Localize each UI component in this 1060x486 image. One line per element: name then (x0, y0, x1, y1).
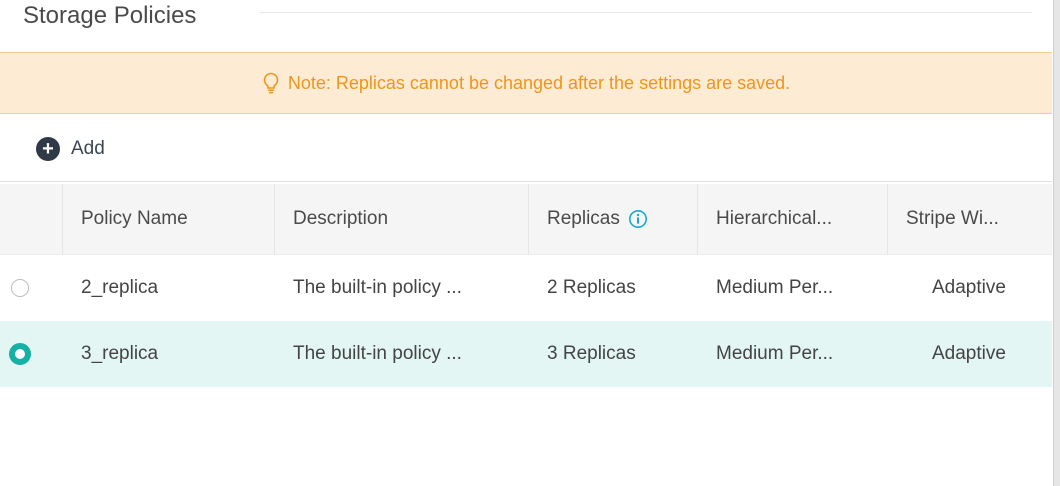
row-select-cell[interactable] (0, 255, 63, 321)
cell-policy-name: 3_replica (81, 343, 159, 364)
table-header: Policy Name Description Replicas Hierarc… (0, 184, 1052, 255)
column-header-label: Description (293, 208, 389, 229)
row-radio[interactable] (10, 279, 29, 297)
column-header-replicas[interactable]: Replicas (529, 184, 698, 254)
column-header-hierarchical[interactable]: Hierarchical... (698, 184, 888, 254)
column-header-label: Hierarchical... (716, 208, 833, 229)
cell-hierarchical: Medium Per... (716, 343, 834, 364)
column-header-stripe-width[interactable]: Stripe Wi... (888, 184, 1052, 254)
title-bar: Storage Policies (0, 0, 1052, 52)
cell-stripe-width: Adaptive (932, 277, 1006, 298)
column-header-label: Policy Name (81, 208, 188, 229)
window-edge (1053, 0, 1060, 486)
lightbulb-icon (263, 72, 279, 94)
column-header-label: Stripe Wi... (906, 208, 999, 229)
note-banner: Note: Replicas cannot be changed after t… (0, 52, 1052, 114)
note-text: Note: Replicas cannot be changed after t… (287, 72, 791, 93)
table-row[interactable]: 3_replica The built-in policy ... 3 Repl… (0, 321, 1052, 387)
add-button-label: Add (71, 138, 105, 159)
column-header-label: Replicas (547, 208, 620, 229)
column-header-description[interactable]: Description (275, 184, 529, 254)
row-select-cell[interactable] (0, 321, 63, 387)
cell-hierarchical: Medium Per... (716, 277, 834, 298)
policy-table: Policy Name Description Replicas Hierarc… (0, 184, 1052, 387)
cell-description: The built-in policy ... (293, 343, 462, 364)
cell-replicas: 2 Replicas (547, 277, 636, 298)
plus-circle-icon: + (36, 137, 60, 161)
table-row[interactable]: 2_replica The built-in policy ... 2 Repl… (0, 255, 1052, 321)
page-title: Storage Policies (23, 2, 197, 29)
cell-policy-name: 2_replica (81, 277, 159, 298)
add-button[interactable]: + Add (36, 136, 105, 162)
cell-replicas: 3 Replicas (547, 343, 636, 364)
cell-description: The built-in policy ... (293, 277, 462, 298)
column-header-policy-name[interactable]: Policy Name (63, 184, 275, 254)
toolbar: + Add (0, 114, 1052, 182)
title-divider (260, 12, 1032, 13)
info-icon[interactable] (628, 209, 648, 229)
cell-stripe-width: Adaptive (932, 343, 1006, 364)
row-radio-selected[interactable] (8, 343, 31, 365)
select-column-header (0, 184, 63, 254)
